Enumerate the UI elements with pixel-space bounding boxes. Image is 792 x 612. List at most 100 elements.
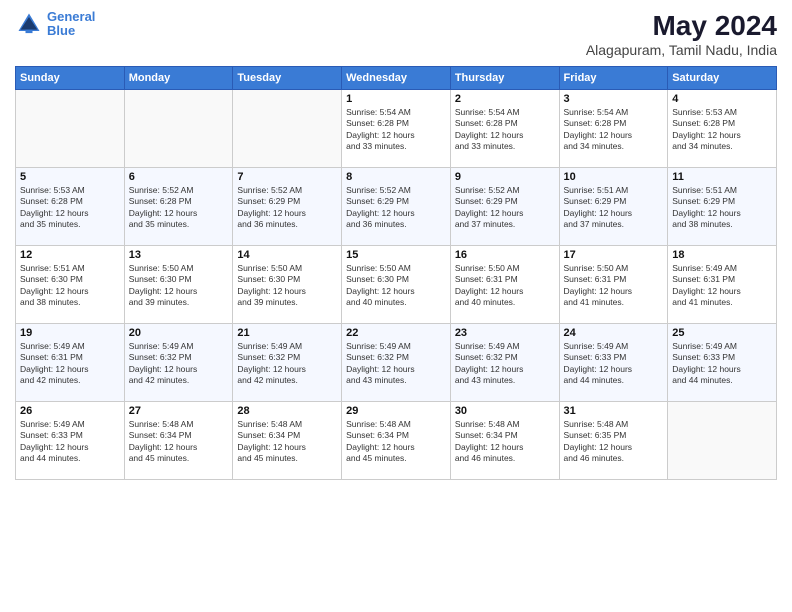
day-number: 14 [237, 249, 337, 261]
day-info: Sunrise: 5:48 AM Sunset: 6:34 PM Dayligh… [237, 419, 337, 465]
calendar-cell [124, 90, 233, 168]
subtitle: Alagapuram, Tamil Nadu, India [586, 42, 777, 58]
day-info: Sunrise: 5:54 AM Sunset: 6:28 PM Dayligh… [455, 107, 555, 153]
calendar-cell: 8 Sunrise: 5:52 AM Sunset: 6:29 PM Daylig… [342, 168, 451, 246]
calendar-cell: 1 Sunrise: 5:54 AM Sunset: 6:28 PM Daylig… [342, 90, 451, 168]
day-info: Sunrise: 5:48 AM Sunset: 6:35 PM Dayligh… [564, 419, 664, 465]
calendar-cell: 31 Sunrise: 5:48 AM Sunset: 6:35 PM Dayli… [559, 402, 668, 480]
day-info: Sunrise: 5:48 AM Sunset: 6:34 PM Dayligh… [346, 419, 446, 465]
day-info: Sunrise: 5:53 AM Sunset: 6:28 PM Dayligh… [20, 185, 120, 231]
calendar-cell: 19Sunrise: 5:49 AM Sunset: 6:31 PM Dayli… [16, 324, 125, 402]
day-info: Sunrise: 5:52 AM Sunset: 6:28 PM Dayligh… [129, 185, 229, 231]
day-info: Sunrise: 5:49 AM Sunset: 6:33 PM Dayligh… [672, 341, 772, 387]
calendar-table: SundayMondayTuesdayWednesdayThursdayFrid… [15, 66, 777, 480]
day-number: 24 [564, 327, 664, 339]
day-info: Sunrise: 5:50 AM Sunset: 6:30 PM Dayligh… [129, 263, 229, 309]
calendar-cell: 3Sunrise: 5:54 AM Sunset: 6:28 PM Daylig… [559, 90, 668, 168]
day-info: Sunrise: 5:49 AM Sunset: 6:33 PM Dayligh… [564, 341, 664, 387]
day-info: Sunrise: 5:49 AM Sunset: 6:32 PM Dayligh… [346, 341, 446, 387]
day-number: 23 [455, 327, 555, 339]
day-info: Sunrise: 5:49 AM Sunset: 6:32 PM Dayligh… [455, 341, 555, 387]
day-number: 30 [455, 405, 555, 417]
calendar-cell: 21 Sunrise: 5:49 AM Sunset: 6:32 PM Dayli… [233, 324, 342, 402]
day-info: Sunrise: 5:54 AM Sunset: 6:28 PM Dayligh… [564, 107, 664, 153]
day-info: Sunrise: 5:49 AM Sunset: 6:31 PM Dayligh… [20, 341, 120, 387]
day-info: Sunrise: 5:52 AM Sunset: 6:29 PM Dayligh… [237, 185, 337, 231]
day-number: 17 [564, 249, 664, 261]
calendar-cell: 5 Sunrise: 5:53 AM Sunset: 6:28 PM Daylig… [16, 168, 125, 246]
logo: General Blue [15, 10, 95, 39]
day-info: Sunrise: 5:49 AM Sunset: 6:33 PM Dayligh… [20, 419, 120, 465]
day-info: Sunrise: 5:50 AM Sunset: 6:30 PM Dayligh… [237, 263, 337, 309]
day-info: Sunrise: 5:51 AM Sunset: 6:30 PM Dayligh… [20, 263, 120, 309]
calendar-cell: 23 Sunrise: 5:49 AM Sunset: 6:32 PM Dayli… [450, 324, 559, 402]
calendar-cell: 24 Sunrise: 5:49 AM Sunset: 6:33 PM Dayli… [559, 324, 668, 402]
header: General Blue May 2024 Alagapuram, Tamil … [15, 10, 777, 58]
day-number: 26 [20, 405, 120, 417]
day-info: Sunrise: 5:50 AM Sunset: 6:31 PM Dayligh… [455, 263, 555, 309]
calendar-cell [16, 90, 125, 168]
logo-text: General Blue [47, 10, 95, 39]
day-info: Sunrise: 5:49 AM Sunset: 6:31 PM Dayligh… [672, 263, 772, 309]
day-number: 31 [564, 405, 664, 417]
calendar-cell: 11Sunrise: 5:51 AM Sunset: 6:29 PM Dayli… [668, 168, 777, 246]
header-row: SundayMondayTuesdayWednesdayThursdayFrid… [16, 67, 777, 90]
calendar-cell: 14 Sunrise: 5:50 AM Sunset: 6:30 PM Dayli… [233, 246, 342, 324]
day-number: 18 [672, 249, 772, 261]
day-info: Sunrise: 5:48 AM Sunset: 6:34 PM Dayligh… [455, 419, 555, 465]
col-header-sunday: Sunday [16, 67, 125, 90]
week-row-0: 1 Sunrise: 5:54 AM Sunset: 6:28 PM Daylig… [16, 90, 777, 168]
day-info: Sunrise: 5:54 AM Sunset: 6:28 PM Dayligh… [346, 107, 446, 153]
calendar-cell: 22 Sunrise: 5:49 AM Sunset: 6:32 PM Dayli… [342, 324, 451, 402]
calendar-cell: 30 Sunrise: 5:48 AM Sunset: 6:34 PM Dayli… [450, 402, 559, 480]
day-number: 10 [564, 171, 664, 183]
day-number: 28 [237, 405, 337, 417]
col-header-saturday: Saturday [668, 67, 777, 90]
day-info: Sunrise: 5:49 AM Sunset: 6:32 PM Dayligh… [237, 341, 337, 387]
week-row-4: 26 Sunrise: 5:49 AM Sunset: 6:33 PM Dayli… [16, 402, 777, 480]
day-number: 21 [237, 327, 337, 339]
calendar-cell [668, 402, 777, 480]
day-number: 27 [129, 405, 229, 417]
calendar-cell: 2Sunrise: 5:54 AM Sunset: 6:28 PM Daylig… [450, 90, 559, 168]
calendar-cell: 28 Sunrise: 5:48 AM Sunset: 6:34 PM Dayli… [233, 402, 342, 480]
week-row-1: 5 Sunrise: 5:53 AM Sunset: 6:28 PM Daylig… [16, 168, 777, 246]
day-number: 16 [455, 249, 555, 261]
logo-general: General [47, 9, 95, 24]
calendar-cell: 9Sunrise: 5:52 AM Sunset: 6:29 PM Daylig… [450, 168, 559, 246]
calendar-cell: 13 Sunrise: 5:50 AM Sunset: 6:30 PM Dayli… [124, 246, 233, 324]
week-row-3: 19Sunrise: 5:49 AM Sunset: 6:31 PM Dayli… [16, 324, 777, 402]
col-header-monday: Monday [124, 67, 233, 90]
logo-blue: Blue [47, 23, 75, 38]
day-number: 5 [20, 171, 120, 183]
col-header-friday: Friday [559, 67, 668, 90]
day-number: 1 [346, 93, 446, 105]
calendar-cell: 29 Sunrise: 5:48 AM Sunset: 6:34 PM Dayli… [342, 402, 451, 480]
day-number: 6 [129, 171, 229, 183]
day-info: Sunrise: 5:52 AM Sunset: 6:29 PM Dayligh… [346, 185, 446, 231]
day-info: Sunrise: 5:51 AM Sunset: 6:29 PM Dayligh… [564, 185, 664, 231]
day-number: 12 [20, 249, 120, 261]
day-number: 13 [129, 249, 229, 261]
main-title: May 2024 [586, 10, 777, 42]
calendar-cell: 25 Sunrise: 5:49 AM Sunset: 6:33 PM Dayli… [668, 324, 777, 402]
day-info: Sunrise: 5:52 AM Sunset: 6:29 PM Dayligh… [455, 185, 555, 231]
day-number: 15 [346, 249, 446, 261]
calendar-cell: 15 Sunrise: 5:50 AM Sunset: 6:30 PM Dayli… [342, 246, 451, 324]
day-info: Sunrise: 5:50 AM Sunset: 6:30 PM Dayligh… [346, 263, 446, 309]
day-number: 29 [346, 405, 446, 417]
calendar-cell: 27Sunrise: 5:48 AM Sunset: 6:34 PM Dayli… [124, 402, 233, 480]
day-number: 11 [672, 171, 772, 183]
calendar-cell: 16 Sunrise: 5:50 AM Sunset: 6:31 PM Dayli… [450, 246, 559, 324]
day-info: Sunrise: 5:50 AM Sunset: 6:31 PM Dayligh… [564, 263, 664, 309]
col-header-tuesday: Tuesday [233, 67, 342, 90]
day-number: 22 [346, 327, 446, 339]
day-info: Sunrise: 5:49 AM Sunset: 6:32 PM Dayligh… [129, 341, 229, 387]
day-number: 25 [672, 327, 772, 339]
calendar-cell: 17 Sunrise: 5:50 AM Sunset: 6:31 PM Dayli… [559, 246, 668, 324]
calendar-cell: 20Sunrise: 5:49 AM Sunset: 6:32 PM Dayli… [124, 324, 233, 402]
calendar-cell: 10 Sunrise: 5:51 AM Sunset: 6:29 PM Dayli… [559, 168, 668, 246]
day-number: 8 [346, 171, 446, 183]
col-header-thursday: Thursday [450, 67, 559, 90]
calendar-cell: 4Sunrise: 5:53 AM Sunset: 6:28 PM Daylig… [668, 90, 777, 168]
